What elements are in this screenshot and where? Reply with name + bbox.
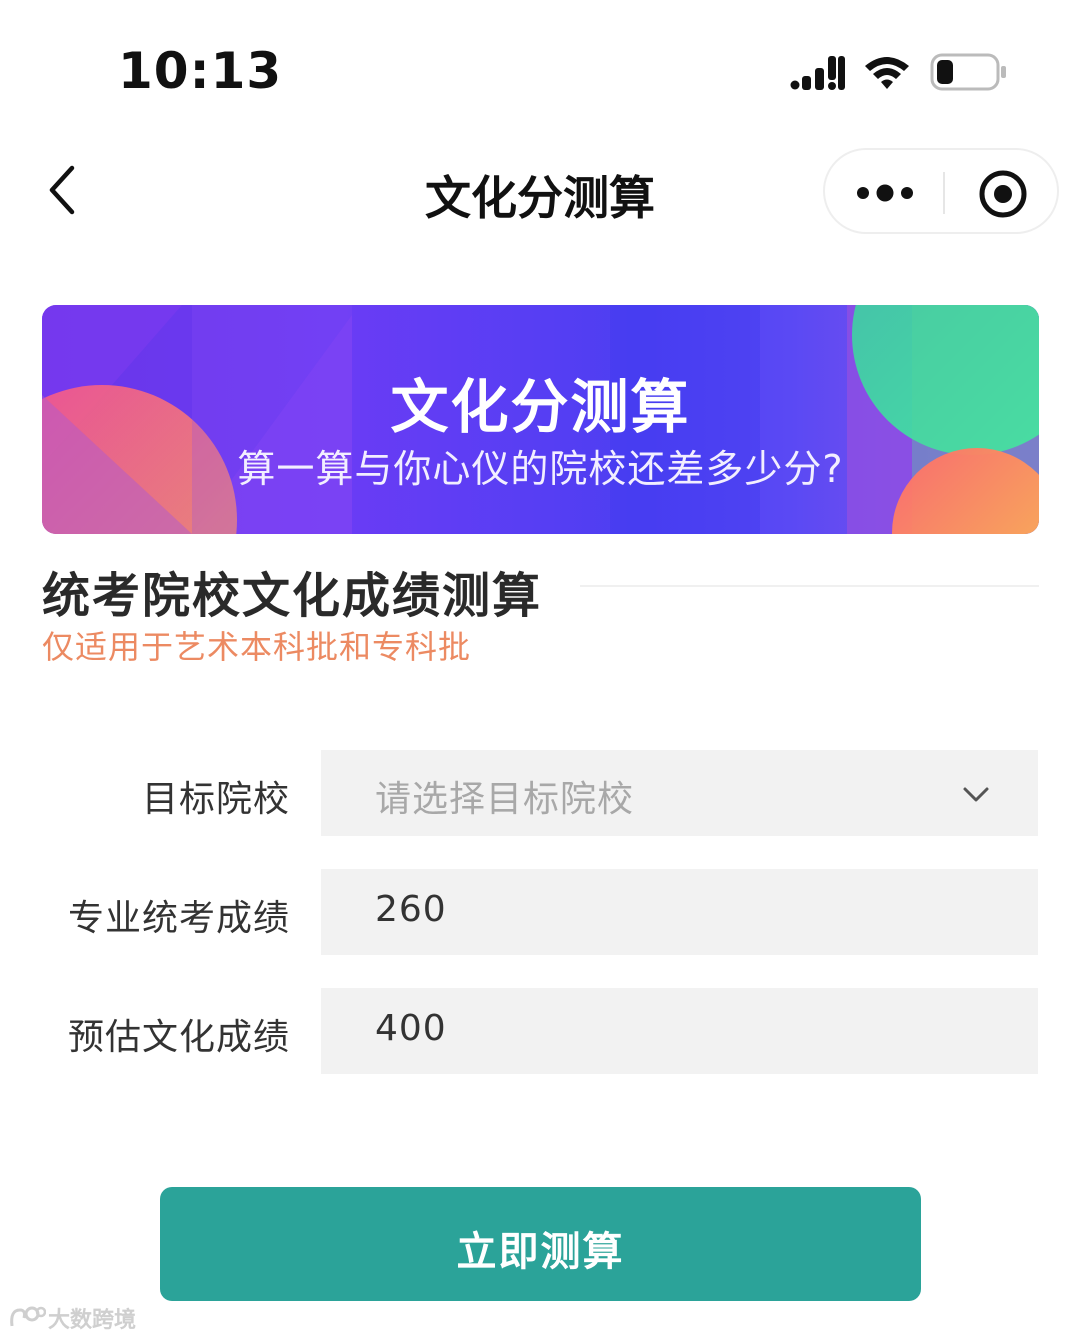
capsule-divider bbox=[943, 172, 945, 214]
wifi-icon bbox=[865, 57, 909, 89]
section-subtitle: 仅适用于艺术本科批和专科批 bbox=[42, 628, 472, 666]
section-title: 统考院校文化成绩测算 bbox=[42, 568, 543, 624]
culture-score-row: 预估文化成绩 400 bbox=[0, 988, 1080, 1074]
status-time: 10:13 bbox=[118, 42, 283, 100]
professional-score-input[interactable]: 260 bbox=[321, 869, 1038, 955]
battery-icon bbox=[930, 53, 1006, 91]
section-divider bbox=[580, 585, 1039, 587]
target-school-label: 目标院校 bbox=[141, 779, 290, 820]
banner-title: 文化分测算 bbox=[390, 373, 691, 441]
target-school-placeholder: 请选择目标院校 bbox=[375, 779, 635, 820]
target-school-row: 目标院校 请选择目标院校 bbox=[0, 750, 1080, 836]
mini-program-capsule bbox=[823, 148, 1059, 234]
nav-bar: 文化分测算 bbox=[0, 140, 1080, 240]
professional-score-label: 专业统考成绩 bbox=[67, 898, 290, 939]
cellular-signal-icon bbox=[790, 56, 845, 90]
chevron-down-icon bbox=[963, 787, 989, 802]
calculate-button-label: 立即测算 bbox=[456, 1230, 625, 1274]
more-dots-icon[interactable] bbox=[855, 176, 915, 210]
calculate-button[interactable]: 立即测算 bbox=[160, 1187, 921, 1301]
culture-score-label: 预估文化成绩 bbox=[67, 1017, 290, 1058]
watermark-text: 大数跨境 bbox=[48, 1308, 137, 1333]
professional-score-row: 专业统考成绩 260 bbox=[0, 869, 1080, 955]
culture-score-value: 400 bbox=[375, 1008, 447, 1049]
watermark: 大数跨境 bbox=[8, 1302, 158, 1334]
banner-subtitle: 算一算与你心仪的院校还差多少分? bbox=[237, 447, 844, 491]
professional-score-value: 260 bbox=[375, 889, 447, 930]
target-school-select[interactable]: 请选择目标院校 bbox=[321, 750, 1038, 836]
close-target-icon[interactable] bbox=[977, 168, 1029, 220]
watermark-logo-icon bbox=[10, 1306, 47, 1327]
banner: 文化分测算 算一算与你心仪的院校还差多少分? bbox=[42, 305, 1039, 534]
culture-score-input[interactable]: 400 bbox=[321, 988, 1038, 1074]
status-bar: 10:13 bbox=[0, 0, 1080, 140]
